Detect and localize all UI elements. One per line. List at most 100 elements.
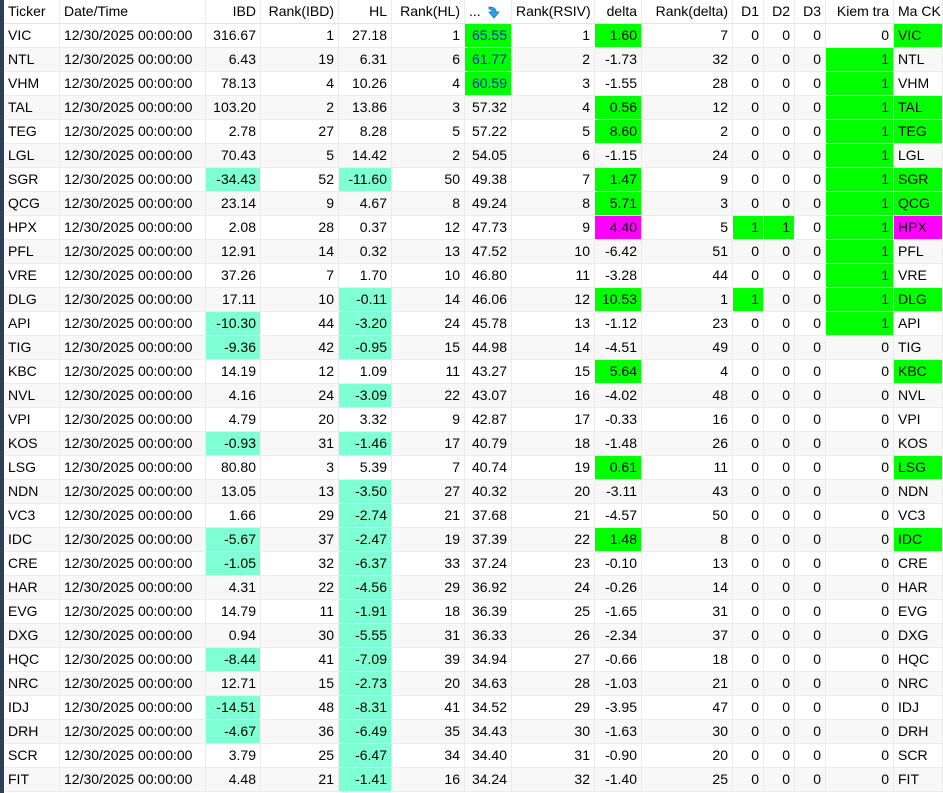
column-header-d3[interactable]: D3	[795, 0, 826, 24]
table-row[interactable]: IDJ 12/30/2025 00:00:00 -14.51 48 -8.31 41 34.…	[4, 696, 943, 720]
table-row[interactable]: API 12/30/2025 00:00:00 -10.30 44 -3.20 24 45.…	[4, 312, 943, 336]
cell-rsiv: 60.59	[465, 72, 512, 96]
cell-delta: 1.60	[595, 24, 642, 48]
table-row[interactable]: KOS 12/30/2025 00:00:00 -0.93 31 -1.46 17 40.7…	[4, 432, 943, 456]
column-header-label: Ma CK	[898, 3, 941, 19]
column-header-ticker[interactable]: Ticker	[4, 0, 60, 24]
cell-rank-delta: 51	[642, 240, 733, 264]
cell-date-time: 12/30/2025 00:00:00	[60, 216, 206, 240]
cell-rank-rsiv: 19	[512, 456, 595, 480]
cell-date-time: 12/30/2025 00:00:00	[60, 192, 206, 216]
cell-ma-ck: NRC	[894, 672, 943, 696]
table-row[interactable]: EVG 12/30/2025 00:00:00 14.79 11 -1.91 18 36.3…	[4, 600, 943, 624]
cell-rank-delta: 50	[642, 504, 733, 528]
cell-ticker: HPX	[4, 216, 60, 240]
cell-ibd: 4.16	[206, 384, 261, 408]
cell-rank-delta: 8	[642, 528, 733, 552]
cell-d1: 0	[733, 768, 764, 792]
cell-d2: 0	[764, 528, 795, 552]
cell-rank-ibd: 14	[261, 240, 339, 264]
cell-rank-ibd: 32	[261, 552, 339, 576]
table-row[interactable]: HPX 12/30/2025 00:00:00 2.08 28 0.37 12 47.73 9…	[4, 216, 943, 240]
cell-hl: -7.09	[339, 648, 392, 672]
table-row[interactable]: LSG 12/30/2025 00:00:00 80.80 3 5.39 7 40.74 19…	[4, 456, 943, 480]
cell-date-time: 12/30/2025 00:00:00	[60, 432, 206, 456]
cell-delta: 4.40	[595, 216, 642, 240]
table-row[interactable]: DRH 12/30/2025 00:00:00 -4.67 36 -6.49 35 34.4…	[4, 720, 943, 744]
cell-ticker: TAL	[4, 96, 60, 120]
cell-date-time: 12/30/2025 00:00:00	[60, 624, 206, 648]
cell-ma-ck: TAL	[894, 96, 943, 120]
table-row[interactable]: NDN 12/30/2025 00:00:00 13.05 13 -3.50 27 40.3…	[4, 480, 943, 504]
table-row[interactable]: NVL 12/30/2025 00:00:00 4.16 24 -3.09 22 43.07…	[4, 384, 943, 408]
column-header-ibd[interactable]: IBD	[206, 0, 261, 24]
cell-ma-ck: KBC	[894, 360, 943, 384]
cell-delta: -4.51	[595, 336, 642, 360]
column-header-delta[interactable]: delta	[595, 0, 642, 24]
cell-rsiv: 46.06	[465, 288, 512, 312]
cell-hl: 1.09	[339, 360, 392, 384]
table-row[interactable]: HAR 12/30/2025 00:00:00 4.31 22 -4.56 29 36.92…	[4, 576, 943, 600]
table-row[interactable]: KBC 12/30/2025 00:00:00 14.19 12 1.09 11 43.27…	[4, 360, 943, 384]
table-row[interactable]: FIT 12/30/2025 00:00:00 4.48 21 -1.41 16 34.24…	[4, 768, 943, 792]
column-header-d2[interactable]: D2	[764, 0, 795, 24]
cell-d1: 0	[733, 576, 764, 600]
cell-hl: -6.37	[339, 552, 392, 576]
cell-rsiv: 57.32	[465, 96, 512, 120]
table-row[interactable]: LGL 12/30/2025 00:00:00 70.43 5 14.42 2 54.05 6…	[4, 144, 943, 168]
cell-d1: 0	[733, 168, 764, 192]
column-header-rank-delta[interactable]: Rank(delta)	[642, 0, 733, 24]
table-row[interactable]: PFL 12/30/2025 00:00:00 12.91 14 0.32 13 47.52…	[4, 240, 943, 264]
cell-d1: 0	[733, 696, 764, 720]
column-header-hl[interactable]: HL	[339, 0, 392, 24]
cell-rank-delta: 24	[642, 144, 733, 168]
table-row[interactable]: VRE 12/30/2025 00:00:00 37.26 7 1.70 10 46.80 1…	[4, 264, 943, 288]
cell-d2: 0	[764, 552, 795, 576]
cell-delta: -6.42	[595, 240, 642, 264]
table-row[interactable]: VIC 12/30/2025 00:00:00 316.67 1 27.18 1 65.55…	[4, 24, 943, 48]
cell-d1: 0	[733, 744, 764, 768]
column-header-d1[interactable]: D1	[733, 0, 764, 24]
table-row[interactable]: TIG 12/30/2025 00:00:00 -9.36 42 -0.95 15 44.9…	[4, 336, 943, 360]
cell-ma-ck: PFL	[894, 240, 943, 264]
column-header-ma-ck[interactable]: Ma CK	[894, 0, 943, 24]
table-header: Ticker Date/Time IBD Rank(IBD) HL Rank(HL)...…	[4, 0, 943, 24]
cell-delta: -1.65	[595, 600, 642, 624]
table-row[interactable]: NRC 12/30/2025 00:00:00 12.71 15 -2.73 20 34.6…	[4, 672, 943, 696]
table-row[interactable]: TAL 12/30/2025 00:00:00 103.20 2 13.86 3 57.32…	[4, 96, 943, 120]
table-row[interactable]: HQC 12/30/2025 00:00:00 -8.44 41 -7.09 39 34.9…	[4, 648, 943, 672]
column-header-rsiv[interactable]: ...	[465, 0, 512, 24]
table-row[interactable]: CRE 12/30/2025 00:00:00 -1.05 32 -6.37 33 37.2…	[4, 552, 943, 576]
exploration-results-table[interactable]: Ticker Date/Time IBD Rank(IBD) HL Rank(HL)...…	[4, 0, 943, 792]
table-row[interactable]: SCR 12/30/2025 00:00:00 3.79 25 -6.47 34 34.40…	[4, 744, 943, 768]
cell-rank-rsiv: 17	[512, 408, 595, 432]
cell-d2: 0	[764, 360, 795, 384]
cell-kiem-tra: 1	[826, 240, 894, 264]
cell-kiem-tra: 1	[826, 264, 894, 288]
table-row[interactable]: VC3 12/30/2025 00:00:00 1.66 29 -2.74 21 37.68…	[4, 504, 943, 528]
cell-rank-rsiv: 9	[512, 216, 595, 240]
column-header-rank-ibd[interactable]: Rank(IBD)	[261, 0, 339, 24]
table-row[interactable]: VPI 12/30/2025 00:00:00 4.79 20 3.32 9 42.87 17…	[4, 408, 943, 432]
table-row[interactable]: DLG 12/30/2025 00:00:00 17.11 10 -0.11 14 46.0…	[4, 288, 943, 312]
cell-hl: -0.11	[339, 288, 392, 312]
cell-rank-rsiv: 27	[512, 648, 595, 672]
column-header-rank-rsiv[interactable]: Rank(RSIV)	[512, 0, 595, 24]
table-row[interactable]: NTL 12/30/2025 00:00:00 6.43 19 6.31 6 61.77 2-…	[4, 48, 943, 72]
cell-rank-hl: 2	[392, 144, 465, 168]
cell-rank-ibd: 3	[261, 456, 339, 480]
table-row[interactable]: DXG 12/30/2025 00:00:00 0.94 30 -5.55 31 36.33…	[4, 624, 943, 648]
cell-rank-ibd: 25	[261, 744, 339, 768]
column-header-date-time[interactable]: Date/Time	[60, 0, 206, 24]
cell-ticker: TEG	[4, 120, 60, 144]
table-row[interactable]: IDC 12/30/2025 00:00:00 -5.67 37 -2.47 19 37.3…	[4, 528, 943, 552]
column-header-kiem-tra[interactable]: Kiem tra	[826, 0, 894, 24]
cell-ticker: SGR	[4, 168, 60, 192]
cell-ma-ck: LSG	[894, 456, 943, 480]
table-row[interactable]: SGR 12/30/2025 00:00:00 -34.43 52 -11.60 50 49…	[4, 168, 943, 192]
table-row[interactable]: QCG 12/30/2025 00:00:00 23.14 9 4.67 8 49.24 8 5…	[4, 192, 943, 216]
table-row[interactable]: TEG 12/30/2025 00:00:00 2.78 27 8.28 5 57.22 5 8…	[4, 120, 943, 144]
column-header-rank-hl[interactable]: Rank(HL)	[392, 0, 465, 24]
cell-rsiv: 43.27	[465, 360, 512, 384]
table-row[interactable]: VHM 12/30/2025 00:00:00 78.13 4 10.26 4 60.59 3…	[4, 72, 943, 96]
